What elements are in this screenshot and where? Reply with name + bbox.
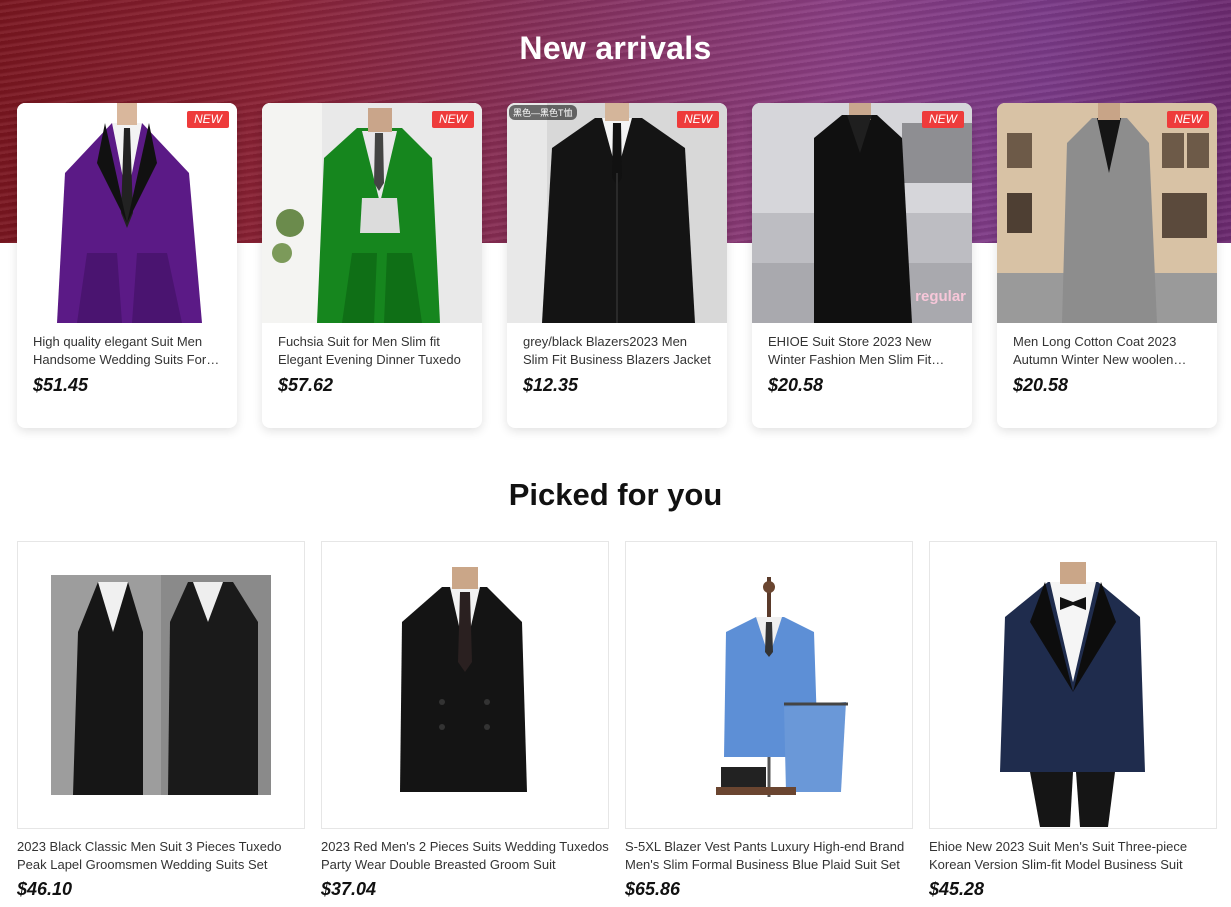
product-title[interactable]: Men Long Cotton Coat 2023 Autumn Winter … (1013, 333, 1201, 369)
product-image[interactable]: regular NEW (752, 103, 972, 323)
picked-for-you-list: 2023 Black Classic Men Suit 3 Pieces Tux… (17, 541, 1217, 900)
product-card[interactable]: NEW High quality elegant Suit Men Handso… (17, 103, 237, 428)
new-badge: NEW (922, 111, 964, 128)
product-price: $12.35 (523, 375, 579, 395)
new-badge: NEW (1167, 111, 1209, 128)
product-title[interactable]: grey/black Blazers2023 Men Slim Fit Busi… (523, 333, 711, 369)
product-card[interactable]: Ehioe New 2023 Suit Men's Suit Three-pie… (929, 541, 1217, 900)
product-price: $46.10 (17, 879, 73, 899)
product-price: $20.58 (768, 375, 824, 395)
product-title[interactable]: 2023 Black Classic Men Suit 3 Pieces Tux… (17, 838, 305, 874)
product-image[interactable] (17, 541, 305, 829)
product-image[interactable]: NEW (997, 103, 1217, 323)
product-price: $20.58 (1013, 375, 1069, 395)
product-image[interactable] (625, 541, 913, 829)
product-card[interactable]: NEW Men Long Cotton Coat 2023 Autumn Win… (997, 103, 1217, 428)
product-card[interactable]: NEW Fuchsia Suit for Men Slim fit Elegan… (262, 103, 482, 428)
product-price: $65.86 (625, 879, 681, 899)
product-image[interactable] (321, 541, 609, 829)
product-overlay-tag: 黑色—黑色T恤 (509, 105, 577, 120)
product-card[interactable]: regular NEW EHIOE Suit Store 2023 New Wi… (752, 103, 972, 428)
product-title[interactable]: High quality elegant Suit Men Handsome W… (33, 333, 221, 369)
page: New arrivals NEW High quality elegant Su (0, 0, 1231, 907)
new-badge: NEW (187, 111, 229, 128)
product-overlay-tag: regular (915, 288, 966, 305)
product-card[interactable]: 2023 Red Men's 2 Pieces Suits Wedding Tu… (321, 541, 609, 900)
product-title[interactable]: EHIOE Suit Store 2023 New Winter Fashion… (768, 333, 956, 369)
new-badge: NEW (677, 111, 719, 128)
new-arrivals-heading: New arrivals (519, 30, 712, 66)
product-image[interactable]: 黑色—黑色T恤 NEW (507, 103, 727, 323)
product-title[interactable]: Fuchsia Suit for Men Slim fit Elegant Ev… (278, 333, 466, 369)
product-price: $51.45 (33, 375, 89, 395)
product-title[interactable]: 2023 Red Men's 2 Pieces Suits Wedding Tu… (321, 838, 609, 874)
picked-for-you-heading: Picked for you (508, 477, 723, 512)
product-price: $37.04 (321, 879, 377, 899)
product-title[interactable]: S-5XL Blazer Vest Pants Luxury High-end … (625, 838, 913, 874)
new-arrivals-list: NEW High quality elegant Suit Men Handso… (17, 103, 1217, 428)
product-image[interactable] (929, 541, 1217, 829)
product-image[interactable]: NEW (17, 103, 237, 323)
product-card[interactable]: S-5XL Blazer Vest Pants Luxury High-end … (625, 541, 913, 900)
product-title[interactable]: Ehioe New 2023 Suit Men's Suit Three-pie… (929, 838, 1217, 874)
new-badge: NEW (432, 111, 474, 128)
product-price: $57.62 (278, 375, 334, 395)
product-image[interactable]: NEW (262, 103, 482, 323)
product-price: $45.28 (929, 879, 985, 899)
product-card[interactable]: 2023 Black Classic Men Suit 3 Pieces Tux… (17, 541, 305, 900)
product-card[interactable]: 黑色—黑色T恤 NEW grey/black Blazers2023 Men S… (507, 103, 727, 428)
